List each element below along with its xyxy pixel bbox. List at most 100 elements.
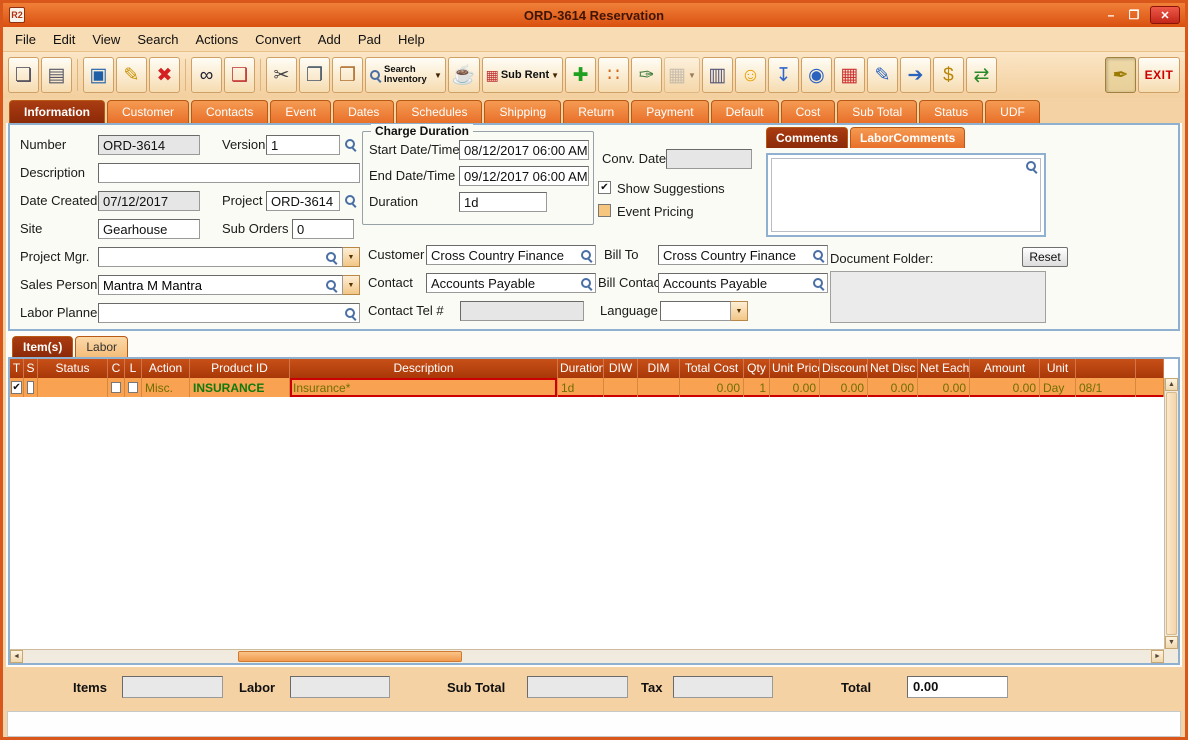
column-header-action[interactable]: Action [142, 359, 190, 378]
table-vertical-scrollbar[interactable] [1164, 378, 1178, 649]
language-field[interactable] [660, 301, 731, 321]
column-header-discount[interactable]: Discount [820, 359, 868, 378]
smiley-icon[interactable]: ☺ [734, 57, 766, 93]
bill-to-search-icon[interactable] [812, 249, 825, 262]
exit-button[interactable]: EXIT [1138, 57, 1180, 93]
contact-tel-field[interactable] [460, 301, 584, 321]
c-checkbox[interactable] [111, 382, 121, 393]
customer-search-icon[interactable] [580, 249, 593, 262]
comments-textarea[interactable] [771, 158, 1041, 232]
sales-person-dropdown-button[interactable] [343, 275, 360, 295]
menu-help[interactable]: Help [398, 32, 425, 47]
tab-comments[interactable]: Comments [766, 127, 849, 148]
tab-items[interactable]: Item(s) [12, 336, 74, 357]
t-checkbox[interactable] [11, 381, 22, 394]
find-document-icon[interactable]: ❑ [224, 57, 255, 93]
column-header-qty[interactable]: Qty [744, 359, 770, 378]
add-item-icon[interactable]: ✚ [565, 57, 597, 93]
edit-notes-icon[interactable]: ✎ [866, 57, 898, 93]
tab-status[interactable]: Status [919, 100, 984, 123]
column-header-description[interactable]: Description [290, 359, 558, 378]
title-bar[interactable]: R2 ORD-3614 Reservation – ❐ ✕ [3, 3, 1185, 27]
tab-labor[interactable]: Labor [75, 336, 129, 357]
menu-actions[interactable]: Actions [196, 32, 239, 47]
stamp-icon[interactable]: ▦ ▼ [664, 57, 700, 93]
key-icon[interactable]: ✒ [1105, 57, 1136, 93]
search-inventory-button[interactable]: Search Inventory ▼ [365, 57, 446, 93]
cut-icon[interactable]: ✂ [266, 57, 297, 93]
tab-schedules[interactable]: Schedules [396, 100, 483, 123]
tab-cost[interactable]: Cost [780, 100, 836, 123]
start-datetime-field[interactable]: 08/12/2017 06:00 AM [459, 140, 589, 160]
dropdown-arrow-icon[interactable]: ▼ [688, 71, 696, 80]
scroll-left-icon[interactable] [10, 650, 23, 663]
version-field[interactable]: 1 [266, 135, 340, 155]
document-folder-area[interactable] [830, 271, 1046, 323]
column-header-duration[interactable]: Duration [558, 359, 604, 378]
row-cell-description[interactable]: Insurance* [290, 378, 558, 397]
show-suggestions-checkbox[interactable] [598, 181, 611, 194]
note-edit-icon[interactable]: ✑ [631, 57, 663, 93]
tab-sub-total[interactable]: Sub Total [837, 100, 918, 123]
row-cell-status[interactable] [38, 378, 108, 397]
row-c-cell[interactable] [108, 378, 125, 397]
contact-search-icon[interactable] [580, 277, 593, 290]
column-header-product-id[interactable]: Product ID [190, 359, 290, 378]
date-created-field[interactable]: 07/12/2017 [98, 191, 200, 211]
binoculars-icon[interactable]: ∞ [191, 57, 222, 93]
globe-icon[interactable]: ◉ [800, 57, 832, 93]
row-cell-unit[interactable]: Day [1040, 378, 1076, 397]
tab-payment[interactable]: Payment [631, 100, 709, 123]
menu-view[interactable]: View [92, 32, 120, 47]
customer-field[interactable]: Cross Country Finance [426, 245, 596, 265]
scroll-down-icon[interactable] [1165, 636, 1178, 649]
export-icon[interactable]: ➔ [899, 57, 931, 93]
scroll-up-icon[interactable] [1165, 378, 1178, 391]
column-header-t[interactable]: T [10, 359, 24, 378]
row-cell-duration[interactable]: 1d [558, 378, 604, 397]
tab-default[interactable]: Default [710, 100, 779, 123]
horizontal-scroll-thumb[interactable] [238, 651, 462, 662]
scroll-right-icon[interactable] [1151, 650, 1164, 663]
column-header-total-cost[interactable]: Total Cost [680, 359, 744, 378]
tab-contacts[interactable]: Contacts [191, 100, 269, 123]
bill-to-field[interactable]: Cross Country Finance [658, 245, 828, 265]
language-combo[interactable] [660, 301, 748, 321]
column-header-amount[interactable]: Amount [970, 359, 1040, 378]
menu-convert[interactable]: Convert [255, 32, 301, 47]
l-checkbox[interactable] [128, 382, 138, 393]
row-cell-extra[interactable]: 08/1 [1076, 378, 1136, 397]
copy-icon[interactable]: ❐ [299, 57, 330, 93]
row-cell-qty[interactable]: 1 [744, 378, 770, 397]
row-cell-total-cost[interactable]: 0.00 [680, 378, 744, 397]
cube-stack-icon[interactable]: ▦ [833, 57, 865, 93]
contact-field[interactable]: Accounts Payable [426, 273, 596, 293]
bill-contact-search-icon[interactable] [812, 277, 825, 290]
kit-icon[interactable]: ∷ [598, 57, 630, 93]
duration-field[interactable]: 1d [459, 192, 547, 212]
end-datetime-field[interactable]: 09/12/2017 06:00 AM [459, 166, 589, 186]
menu-edit[interactable]: Edit [53, 32, 75, 47]
close-button[interactable]: ✕ [1150, 6, 1180, 24]
delete-icon[interactable]: ✖ [149, 57, 180, 93]
project-mgr-search-icon[interactable] [325, 251, 338, 264]
row-cell-product-id[interactable]: INSURANCE [190, 378, 290, 397]
column-header-dim[interactable]: DIM [638, 359, 680, 378]
maximize-button[interactable]: ❐ [1127, 8, 1141, 22]
labor-planner-field[interactable] [98, 303, 360, 323]
menu-add[interactable]: Add [318, 32, 341, 47]
labor-planner-search-icon[interactable] [344, 307, 357, 320]
tab-return[interactable]: Return [563, 100, 630, 123]
language-dropdown-button[interactable] [731, 301, 748, 321]
row-t-cell[interactable] [10, 378, 24, 397]
row-l-cell[interactable] [125, 378, 142, 397]
save-icon[interactable]: ▣ [83, 57, 114, 93]
tab-customer[interactable]: Customer [107, 100, 190, 123]
table-horizontal-scrollbar[interactable] [10, 649, 1164, 663]
event-pricing-checkbox[interactable] [598, 204, 611, 217]
edit-pencil-icon[interactable]: ✎ [116, 57, 147, 93]
project-mgr-dropdown-button[interactable] [343, 247, 360, 267]
tankard-icon[interactable]: ☕ [447, 57, 480, 93]
tab-information[interactable]: Information [9, 100, 105, 123]
currency-icon[interactable]: $ [932, 57, 964, 93]
